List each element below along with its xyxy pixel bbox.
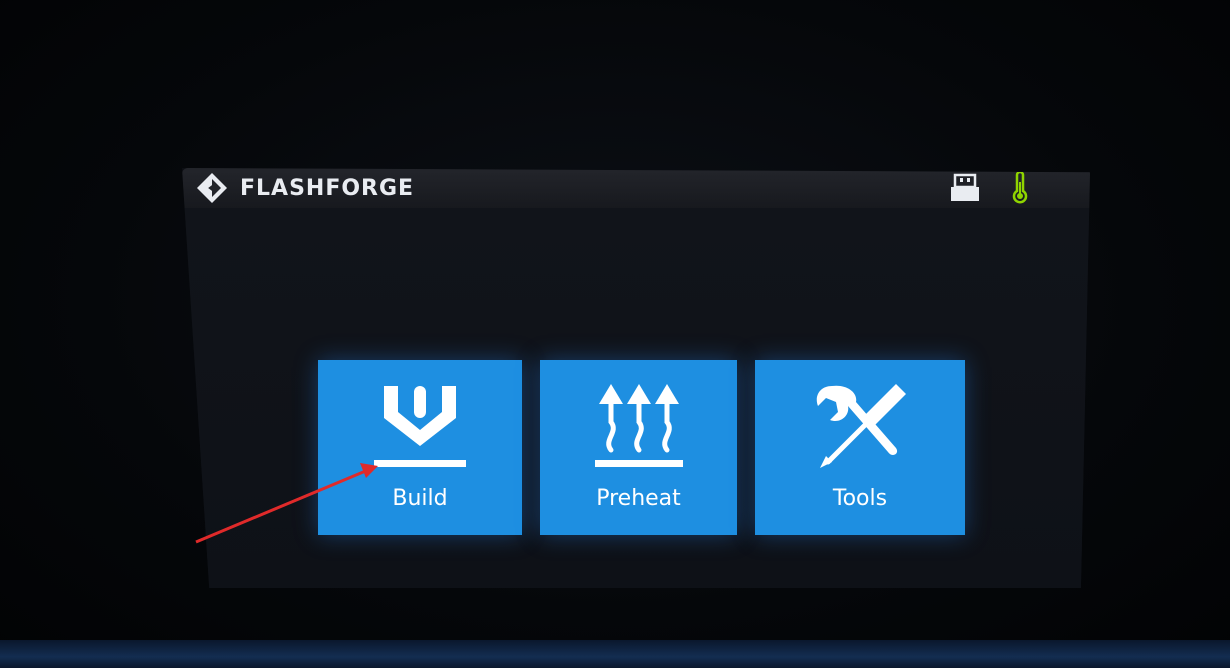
thermometer-icon[interactable] <box>1010 172 1030 204</box>
usb-icon[interactable] <box>948 173 982 203</box>
build-button[interactable]: Build <box>318 360 522 535</box>
preheat-button[interactable]: Preheat <box>540 360 737 535</box>
build-label: Build <box>392 486 448 511</box>
printer-bezel <box>0 640 1230 668</box>
lcd-screen: FLASHFORGE Build Preheat Tools <box>182 168 1090 588</box>
brand-name: FLASHFORGE <box>240 175 415 201</box>
status-bar: FLASHFORGE <box>182 168 1090 208</box>
tools-icon <box>816 384 906 468</box>
preheat-icon <box>594 384 683 467</box>
tools-label: Tools <box>832 486 888 511</box>
build-icon <box>374 386 466 467</box>
printer-photo: FLASHFORGE Build Preheat Tools <box>0 0 1230 668</box>
tools-button[interactable]: Tools <box>755 360 965 535</box>
flashforge-logo-icon <box>197 173 227 203</box>
main-menu: Build Preheat Tools <box>318 360 965 535</box>
home-screen: Build Preheat Tools <box>182 208 1090 588</box>
status-icons <box>948 172 1030 204</box>
preheat-label: Preheat <box>596 486 681 511</box>
brand-logo: FLASHFORGE <box>196 172 414 204</box>
